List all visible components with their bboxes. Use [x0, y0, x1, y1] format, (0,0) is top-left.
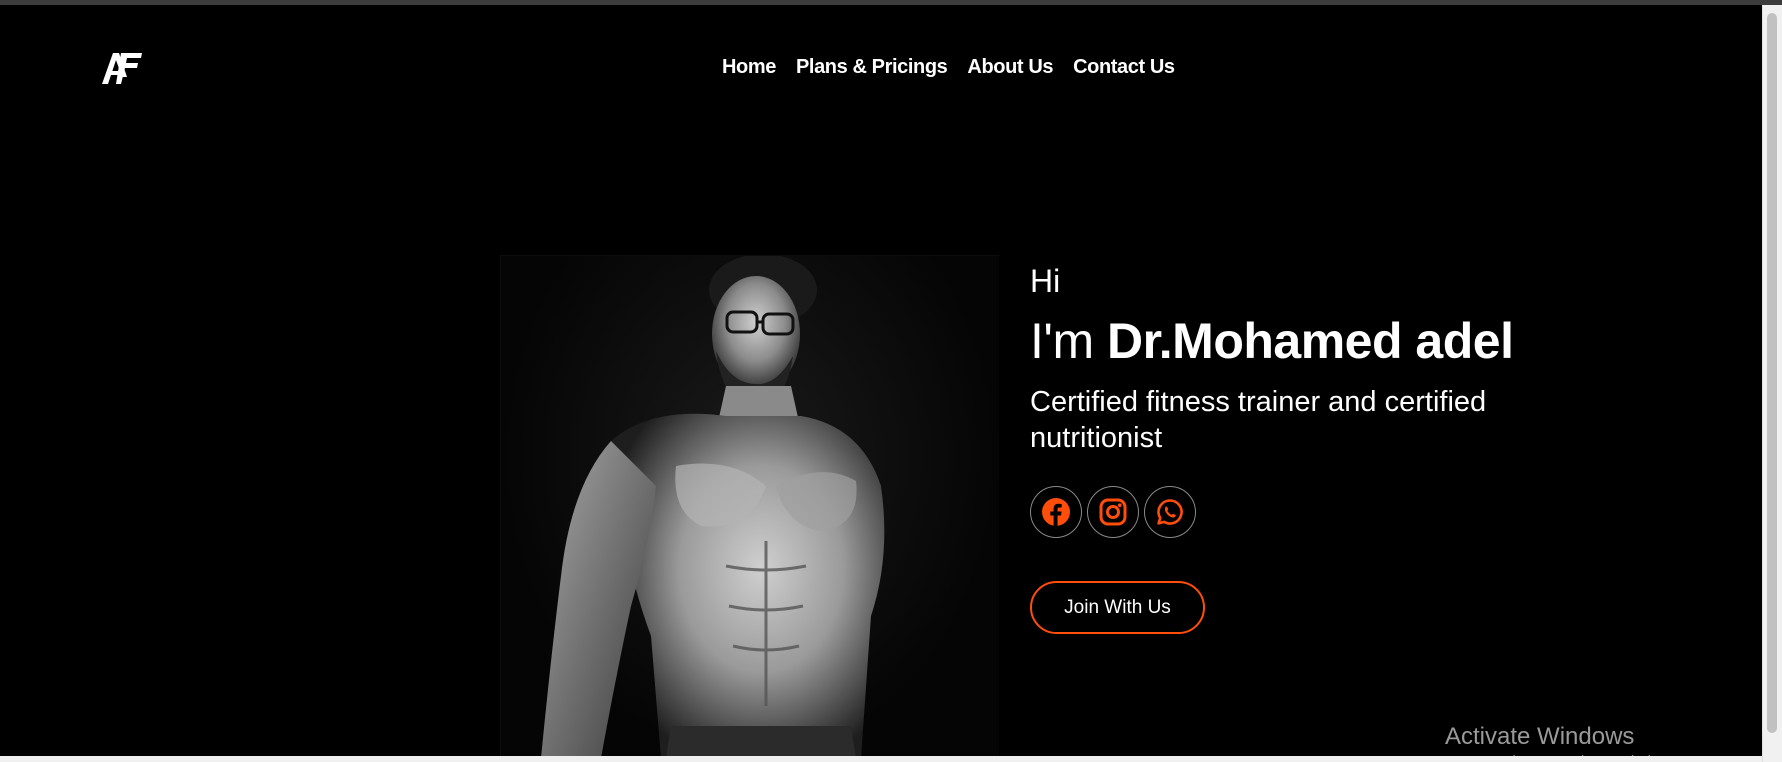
browser-viewport: Home Plans & Pricings About Us Contact U… [0, 0, 1782, 762]
hero-name-heading: I'm Dr.Mohamed adel [1030, 312, 1590, 370]
nav-plans-pricings-link[interactable]: Plans & Pricings [796, 56, 948, 79]
hero-subtitle: Certified fitness trainer and certified … [1030, 386, 1487, 454]
hero-greeting: Hi [1030, 263, 1061, 299]
instagram-button[interactable] [1087, 486, 1139, 538]
bottom-edge [0, 756, 1763, 762]
scrollbar-thumb[interactable] [1767, 13, 1777, 733]
trainer-portrait-image [500, 255, 999, 758]
whatsapp-icon [1157, 499, 1183, 525]
nav-contact-us-link[interactable]: Contact Us [1073, 56, 1175, 79]
activate-windows-watermark: Activate Windows [1445, 723, 1635, 750]
window-top-border [0, 0, 1782, 5]
main-nav: Home Plans & Pricings About Us Contact U… [722, 56, 1175, 79]
facebook-button[interactable] [1030, 486, 1082, 538]
hero-text-block: Hi I'm Dr.Mohamed adel Certified fitness… [1030, 262, 1590, 456]
hero-name: Dr.Mohamed adel [1106, 313, 1514, 369]
af-logo[interactable] [101, 51, 143, 85]
nav-about-us-link[interactable]: About Us [967, 56, 1053, 79]
instagram-icon [1099, 498, 1127, 526]
facebook-icon [1042, 498, 1070, 526]
trainer-figure [541, 256, 885, 758]
social-links [1030, 486, 1196, 538]
join-with-us-button[interactable]: Join With Us [1030, 581, 1205, 634]
whatsapp-button[interactable] [1144, 486, 1196, 538]
hero-name-prefix: I'm [1030, 313, 1107, 369]
vertical-scrollbar[interactable] [1762, 5, 1782, 762]
nav-home-link[interactable]: Home [722, 56, 776, 79]
